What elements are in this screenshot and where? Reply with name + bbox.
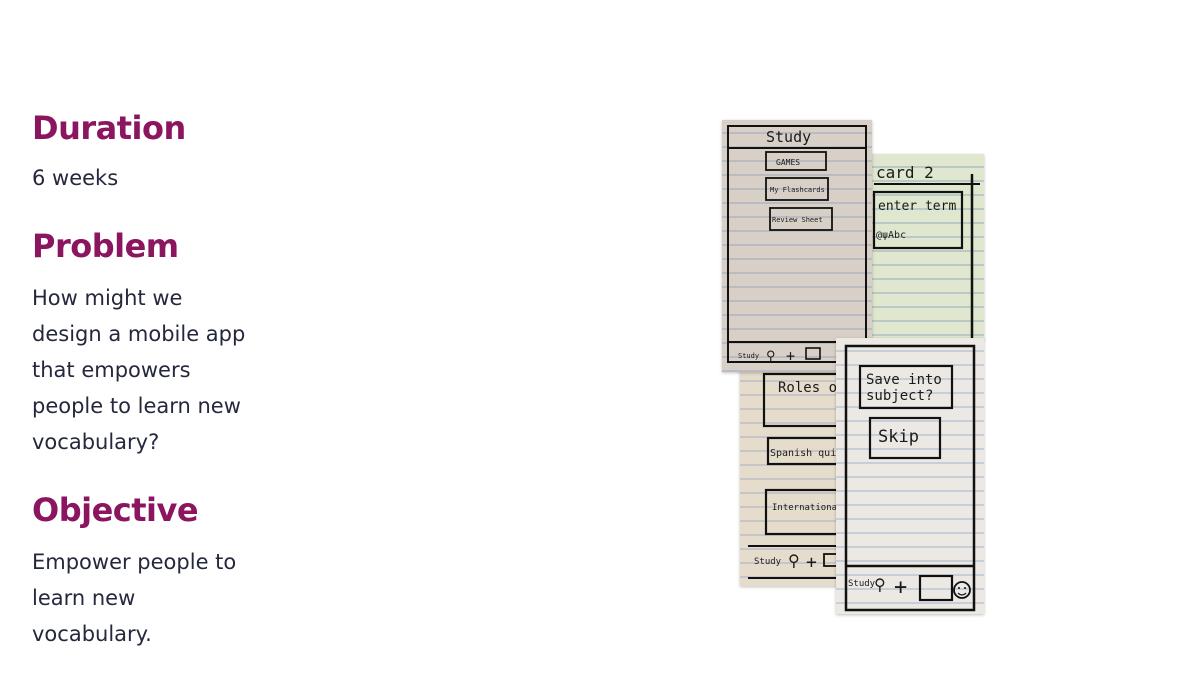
objective-line: vocabulary.: [32, 622, 152, 646]
slide: Duration 6 weeks Problem How might we de…: [0, 0, 1200, 675]
duration-text: 6 weeks: [32, 166, 119, 190]
study-sketch: Study GAMES My Flashcards Review Sheet S…: [722, 120, 872, 372]
study-button-games: GAMES: [776, 158, 800, 167]
problem-line: people to learn new: [32, 394, 241, 418]
search-icon: ⚲: [874, 575, 886, 594]
subjects-sketch: Roles of operations Management Spanish q…: [740, 368, 850, 586]
card-title: card 2: [876, 163, 934, 182]
card-field-label: enter term: [878, 199, 956, 214]
study-title: Study: [766, 128, 811, 146]
duration-heading: Duration: [32, 109, 186, 147]
problem-line: How might we: [32, 286, 183, 310]
objective-line: Empower people to: [32, 550, 237, 574]
subject-item-2: Spanish quiz: [770, 448, 842, 459]
save-prompt-line2: subject?: [866, 388, 933, 404]
card-keyboard-hint: @ψAbc: [876, 230, 906, 241]
problem-text: How might we design a mobile app that em…: [32, 280, 262, 460]
study-button-flashcards: My Flashcards: [770, 186, 825, 194]
objective-heading: Objective: [32, 491, 199, 529]
card-sketch: card 2 enter term @ψAbc: [868, 154, 984, 340]
paper-prototype-sketches: Roles of operations Management Spanish q…: [720, 118, 990, 618]
skip-label: Skip: [878, 427, 919, 447]
save-nav-label: Study: [848, 579, 876, 589]
study-button-review: Review Sheet: [772, 216, 823, 224]
problem-line: that empowers: [32, 358, 191, 382]
search-icon: ⚲: [788, 551, 800, 570]
add-icon: +: [786, 347, 795, 365]
add-icon: +: [806, 552, 817, 573]
search-icon: ⚲: [766, 349, 776, 364]
project-summary: Duration 6 weeks Problem How might we de…: [32, 108, 262, 652]
objective-text: Empower people to learn new vocabulary.: [32, 544, 262, 652]
problem-line: vocabulary?: [32, 430, 160, 454]
save-sketch: Save into subject? Skip Study ⚲ +: [836, 338, 984, 614]
save-prompt-line1: Save into: [866, 372, 942, 388]
problem-heading: Problem: [32, 227, 179, 265]
objective-line: learn new: [32, 586, 136, 610]
study-nav-label: Study: [738, 352, 759, 360]
add-icon: +: [894, 575, 907, 600]
problem-line: design a mobile app: [32, 322, 246, 346]
subjects-nav-label: Study: [754, 557, 782, 567]
